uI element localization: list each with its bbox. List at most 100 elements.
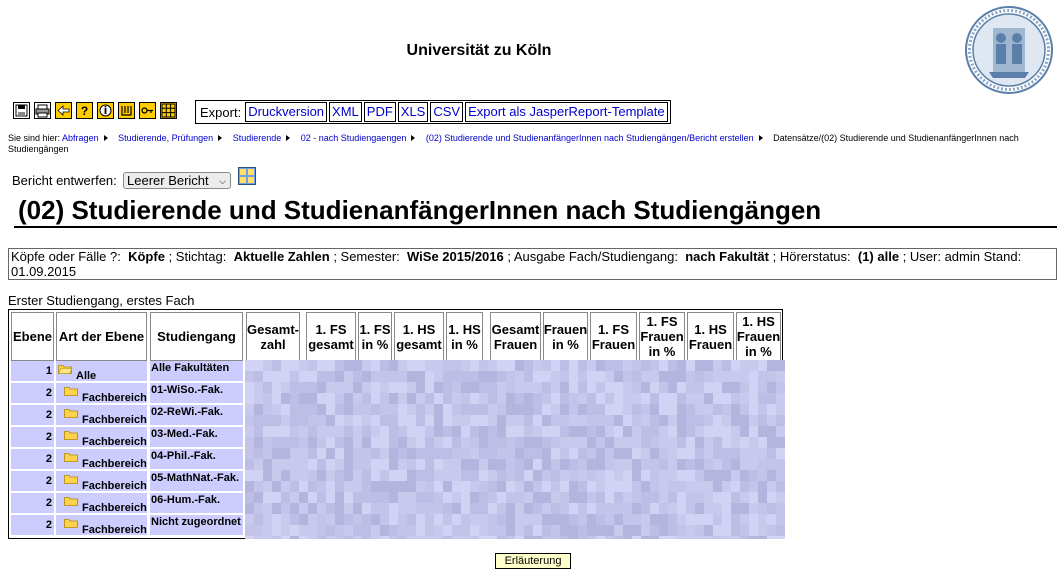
folder-icon (64, 387, 78, 396)
export-box: Export: Druckversion XML PDF XLS CSV Exp… (195, 100, 671, 124)
column-header-gesamtzahl[interactable]: Gesamt-zahl (246, 312, 300, 361)
param-stichtag-value: Aktuelle Zahlen (233, 249, 330, 264)
column-header-art[interactable]: Art der Ebene (56, 312, 147, 361)
folder-icon (64, 431, 78, 440)
folder-icon (64, 475, 78, 484)
param-stichtag-label: ; Stichtag: (168, 249, 227, 264)
cell-studiengang[interactable]: 03-Med.-Fak. (150, 427, 243, 447)
export-csv-link[interactable]: CSV (430, 102, 464, 122)
column-header-1fs-gesamt[interactable]: 1. FS gesamt (306, 312, 356, 361)
breadcrumb-prefix: Sie sind hier: (8, 133, 61, 143)
cell-art-der-ebene[interactable]: Fachbereich (56, 493, 147, 514)
breadcrumb-link-abfragen[interactable]: Abfragen (62, 133, 99, 143)
cell-art-der-ebene[interactable]: Fachbereich (56, 515, 147, 536)
column-header-1hs-frauen-prozent[interactable]: 1. HS Frauen in % (736, 312, 781, 361)
export-xml-link[interactable]: XML (329, 102, 362, 122)
cell-art-der-ebene[interactable]: Fachbereich (56, 383, 147, 404)
table-caption: Erster Studiengang, erstes Fach (8, 293, 195, 308)
bericht-label: Bericht entwerfen: (12, 173, 117, 188)
column-header-1hs-gesamt[interactable]: 1. HS gesamt (394, 312, 444, 361)
folder-icon (64, 453, 78, 462)
export-xls-link[interactable]: XLS (397, 102, 429, 122)
column-header-1hs-prozent[interactable]: 1. HS in % (446, 312, 483, 361)
cell-art-der-ebene[interactable]: Fachbereich (56, 427, 147, 448)
report-title: (02) Studierende und StudienanfängerInne… (18, 195, 822, 225)
filter-icon[interactable] (118, 102, 135, 119)
cell-ebene: 2 (11, 493, 54, 513)
back-icon[interactable] (55, 102, 72, 119)
breadcrumb: Sie sind hier: Abfragen Studierende, Prü… (8, 133, 1053, 155)
title-divider (14, 226, 1057, 228)
column-header-studiengang[interactable]: Studiengang (150, 312, 243, 361)
breadcrumb-link-studierende[interactable]: Studierende (233, 133, 282, 143)
obscured-data-region (245, 360, 785, 539)
art-label: Fachbereich (82, 480, 147, 492)
info-icon[interactable] (97, 102, 114, 119)
cell-studiengang[interactable]: 01-WiSo.-Fak. (150, 383, 243, 403)
erlaeuterung-button[interactable]: Erläuterung (495, 553, 571, 569)
column-header-1fs-frauen-prozent[interactable]: 1. FS Frauen in % (639, 312, 685, 361)
table-grid-icon[interactable] (160, 102, 177, 119)
art-label: Fachbereich (82, 436, 147, 448)
report-layout-icon[interactable] (238, 167, 256, 185)
university-title: Universität zu Köln (406, 42, 552, 59)
cell-art-der-ebene[interactable]: Alle (56, 361, 147, 382)
column-header-1fs-frauen[interactable]: 1. FS Frauen (590, 312, 637, 361)
breadcrumb-link-bericht-erstellen[interactable]: (02) Studierende und StudienanfängerInne… (426, 133, 754, 143)
art-label: Fachbereich (82, 392, 147, 404)
cell-studiengang[interactable]: 04-Phil.-Fak. (150, 449, 243, 469)
export-label: Export: (200, 104, 242, 120)
column-header-ebene[interactable]: Ebene (11, 312, 54, 361)
param-hoererstatus-value: (1) alle (857, 249, 900, 264)
svg-text:?: ? (81, 104, 88, 118)
param-koepfe-label: Köpfe oder Fälle ?: (11, 249, 121, 264)
results-table: Ebene Art der Ebene Studiengang Gesamt-z… (8, 309, 785, 539)
art-label: Fachbereich (82, 524, 147, 536)
breadcrumb-separator-icon (103, 135, 108, 142)
help-icon[interactable]: ? (76, 102, 93, 119)
cell-art-der-ebene[interactable]: Fachbereich (56, 449, 147, 470)
cell-studiengang[interactable]: 06-Hum.-Fak. (150, 493, 243, 513)
cell-ebene: 1 (11, 361, 54, 381)
column-header-1hs-frauen[interactable]: 1. HS Frauen (687, 312, 734, 361)
column-header-1fs-prozent[interactable]: 1. FS in % (358, 312, 392, 361)
cell-studiengang[interactable]: 05-MathNat.-Fak. (150, 471, 243, 491)
param-hoererstatus-label: ; Hörerstatus: (772, 249, 851, 264)
param-semester-value: WiSe 2015/2016 (407, 249, 504, 264)
column-header-frauen-prozent[interactable]: Frauen in % (543, 312, 588, 361)
column-header-gesamt-frauen[interactable]: Gesamt Frauen (490, 312, 541, 361)
university-seal-icon (965, 6, 1053, 94)
toolbar: ? (13, 102, 177, 120)
chevron-down-icon: ⌵ (219, 176, 226, 186)
cell-studiengang[interactable]: 02-ReWi.-Fak. (150, 405, 243, 425)
breadcrumb-link-nach-studiengaengen[interactable]: 02 - nach Studiengaengen (301, 133, 407, 143)
folder-icon (64, 409, 78, 418)
param-ausgabe-value: nach Fakultät (685, 249, 769, 264)
bericht-select-value: Leerer Bericht (127, 173, 209, 188)
cell-art-der-ebene[interactable]: Fachbereich (56, 405, 147, 426)
export-jasper-link[interactable]: Export als JasperReport-Template (465, 102, 668, 122)
breadcrumb-link-studierende-pruefungen[interactable]: Studierende, Prüfungen (118, 133, 213, 143)
cell-ebene: 2 (11, 427, 54, 447)
print-icon[interactable] (34, 102, 51, 119)
cell-ebene: 2 (11, 405, 54, 425)
cell-ebene: 2 (11, 471, 54, 491)
folder-icon (58, 365, 72, 374)
cell-art-der-ebene[interactable]: Fachbereich (56, 471, 147, 492)
param-koepfe-value: Köpfe (128, 249, 165, 264)
cell-ebene: 2 (11, 515, 54, 535)
report-parameters: Köpfe oder Fälle ?: Köpfe ; Stichtag: Ak… (8, 248, 1057, 280)
breadcrumb-separator-icon (286, 135, 291, 142)
export-druckversion-link[interactable]: Druckversion (245, 102, 328, 122)
export-pdf-link[interactable]: PDF (363, 102, 396, 122)
cell-studiengang[interactable]: Alle Fakultäten (150, 361, 243, 381)
param-semester-label: ; Semester: (333, 249, 400, 264)
art-label: Fachbereich (82, 458, 147, 470)
breadcrumb-separator-icon (758, 135, 763, 142)
breadcrumb-separator-icon (411, 135, 416, 142)
cell-ebene: 2 (11, 449, 54, 469)
bericht-select[interactable]: Leerer Bericht ⌵ (123, 172, 231, 189)
cell-studiengang[interactable]: Nicht zugeordnet (150, 515, 243, 535)
key-icon[interactable] (139, 102, 156, 119)
save-icon[interactable] (13, 102, 30, 119)
